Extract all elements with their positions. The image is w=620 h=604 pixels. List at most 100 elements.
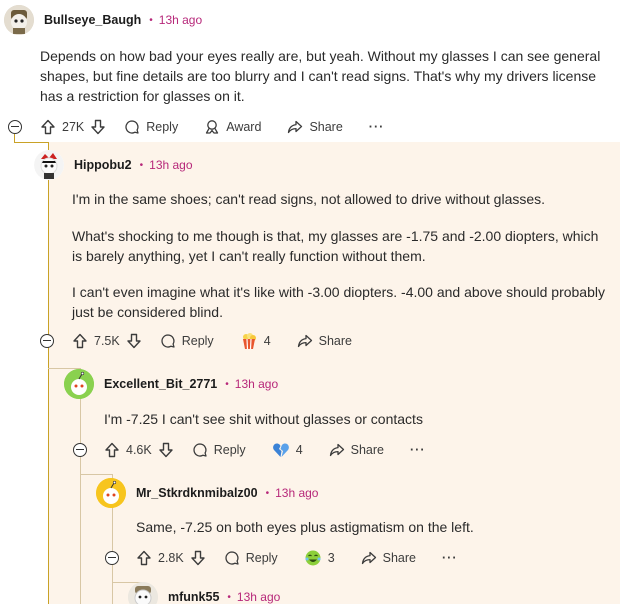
- award-count: 4: [263, 334, 271, 348]
- timestamp[interactable]: 13h ago: [149, 158, 192, 172]
- reply-label: Reply: [213, 443, 246, 457]
- reply-label: Reply: [146, 120, 179, 134]
- username[interactable]: mfunk55: [168, 590, 219, 604]
- separator-dot: •: [227, 591, 231, 603]
- vote-group: 27K: [40, 119, 106, 135]
- share-label: Share: [350, 443, 384, 457]
- snoo-avatar-icon: [96, 478, 126, 508]
- avatar[interactable]: [96, 478, 126, 508]
- vote-count: 27K: [62, 120, 85, 134]
- reply-label: Reply: [181, 334, 214, 348]
- upvote-icon[interactable]: [104, 442, 120, 458]
- collapse-icon[interactable]: [8, 120, 22, 134]
- downvote-icon[interactable]: [190, 550, 206, 566]
- snoo-avatar-icon: [4, 5, 34, 35]
- comment-body: I'm -7.25 I can't see shit without glass…: [104, 411, 423, 427]
- downvote-icon[interactable]: [158, 442, 174, 458]
- more-options-button[interactable]: ···: [410, 443, 426, 457]
- comment-actions: 27K Reply Award Share ···: [40, 114, 410, 140]
- share-button[interactable]: Share: [297, 333, 352, 349]
- award-count: 3: [327, 551, 335, 565]
- share-label: Share: [309, 120, 343, 134]
- timestamp[interactable]: 13h ago: [235, 377, 278, 391]
- comment-body-paragraph: What's shocking to me though is that, my…: [72, 228, 599, 264]
- separator-dot: •: [265, 487, 270, 499]
- share-arrow-icon: [361, 551, 376, 565]
- vote-count: 2.8K: [158, 551, 184, 565]
- reply-button[interactable]: Reply: [224, 550, 278, 566]
- share-arrow-icon: [297, 334, 312, 348]
- upvote-icon[interactable]: [136, 550, 152, 566]
- more-options-icon: ···: [442, 551, 458, 565]
- timestamp[interactable]: 13h ago: [159, 13, 202, 27]
- reply-button[interactable]: Reply: [160, 333, 214, 349]
- popcorn-award-icon: [242, 333, 256, 350]
- award-button[interactable]: 4: [272, 441, 303, 459]
- comment-header: Hippobu2 • 13h ago: [34, 150, 193, 180]
- vote-count: 7.5K: [94, 334, 120, 348]
- snoo-avatar-icon: [64, 369, 94, 399]
- award-button[interactable]: Award: [204, 119, 261, 135]
- upvote-icon[interactable]: [40, 119, 56, 135]
- vote-count: 4.6K: [126, 443, 152, 457]
- reply-bubble-icon: [161, 334, 175, 348]
- more-options-icon: ···: [410, 443, 426, 457]
- downvote-icon[interactable]: [90, 119, 106, 135]
- username[interactable]: Excellent_Bit_2771: [104, 377, 217, 391]
- award-ribbon-icon: [206, 120, 219, 134]
- comment-body-paragraph: I can't even imagine what it's like with…: [72, 284, 605, 320]
- comment-actions: 7.5K Reply 4 Share: [72, 328, 378, 354]
- cry-laugh-award-icon: [305, 550, 321, 566]
- collapse-icon[interactable]: [40, 334, 54, 348]
- more-options-icon: ···: [368, 120, 385, 134]
- more-options-button[interactable]: ···: [369, 120, 385, 134]
- award-count: 4: [295, 443, 303, 457]
- avatar[interactable]: [128, 582, 158, 604]
- reply-label: Reply: [245, 551, 278, 565]
- share-button[interactable]: Share: [287, 119, 343, 135]
- avatar[interactable]: [64, 369, 94, 399]
- snoo-avatar-icon: [34, 150, 64, 180]
- reply-button[interactable]: Reply: [124, 119, 178, 135]
- username[interactable]: Mr_Stkrdknmibalz00: [136, 486, 258, 500]
- thread-line-level-2: [80, 368, 81, 604]
- avatar[interactable]: [4, 5, 34, 35]
- vote-group: 7.5K: [72, 333, 142, 349]
- reply-bubble-icon: [225, 551, 239, 565]
- collapse-icon[interactable]: [73, 443, 87, 457]
- separator-dot: •: [139, 159, 144, 171]
- comment-body-paragraph: I'm in the same shoes; can't read signs,…: [72, 191, 546, 207]
- connector-3: [80, 474, 112, 475]
- comment-header: Excellent_Bit_2771 • 13h ago: [64, 369, 278, 399]
- more-options-button[interactable]: ···: [442, 551, 458, 565]
- username[interactable]: Hippobu2: [74, 158, 132, 172]
- award-button[interactable]: 4: [240, 332, 271, 350]
- comment-header: Mr_Stkrdknmibalz00 • 13h ago: [96, 478, 318, 508]
- username[interactable]: Bullseye_Baugh: [44, 13, 141, 27]
- share-button[interactable]: Share: [361, 550, 416, 566]
- connector-1-v: [14, 134, 15, 142]
- downvote-icon[interactable]: [126, 333, 142, 349]
- reply-bubble-icon: [125, 120, 139, 134]
- broken-heart-award-icon: [272, 443, 289, 457]
- vote-group: 2.8K: [136, 550, 206, 566]
- separator-dot: •: [149, 14, 153, 26]
- separator-dot: •: [225, 378, 229, 390]
- snoo-avatar-icon: [128, 582, 158, 604]
- award-label: Award: [226, 120, 262, 134]
- timestamp[interactable]: 13h ago: [275, 486, 318, 500]
- reply-button[interactable]: Reply: [192, 442, 246, 458]
- reply-bubble-icon: [193, 443, 207, 457]
- comment-actions: 2.8K Reply 3 Share ···: [136, 545, 484, 571]
- comment-actions: 4.6K Reply 4 Share ···: [104, 437, 452, 463]
- avatar[interactable]: [34, 150, 64, 180]
- connector-1: [14, 142, 48, 143]
- collapse-icon[interactable]: [105, 551, 119, 565]
- share-button[interactable]: Share: [329, 442, 384, 458]
- award-button[interactable]: 3: [304, 549, 335, 567]
- upvote-icon[interactable]: [72, 333, 88, 349]
- share-label: Share: [318, 334, 352, 348]
- timestamp[interactable]: 13h ago: [237, 590, 280, 604]
- share-arrow-icon: [288, 120, 303, 134]
- share-label: Share: [382, 551, 416, 565]
